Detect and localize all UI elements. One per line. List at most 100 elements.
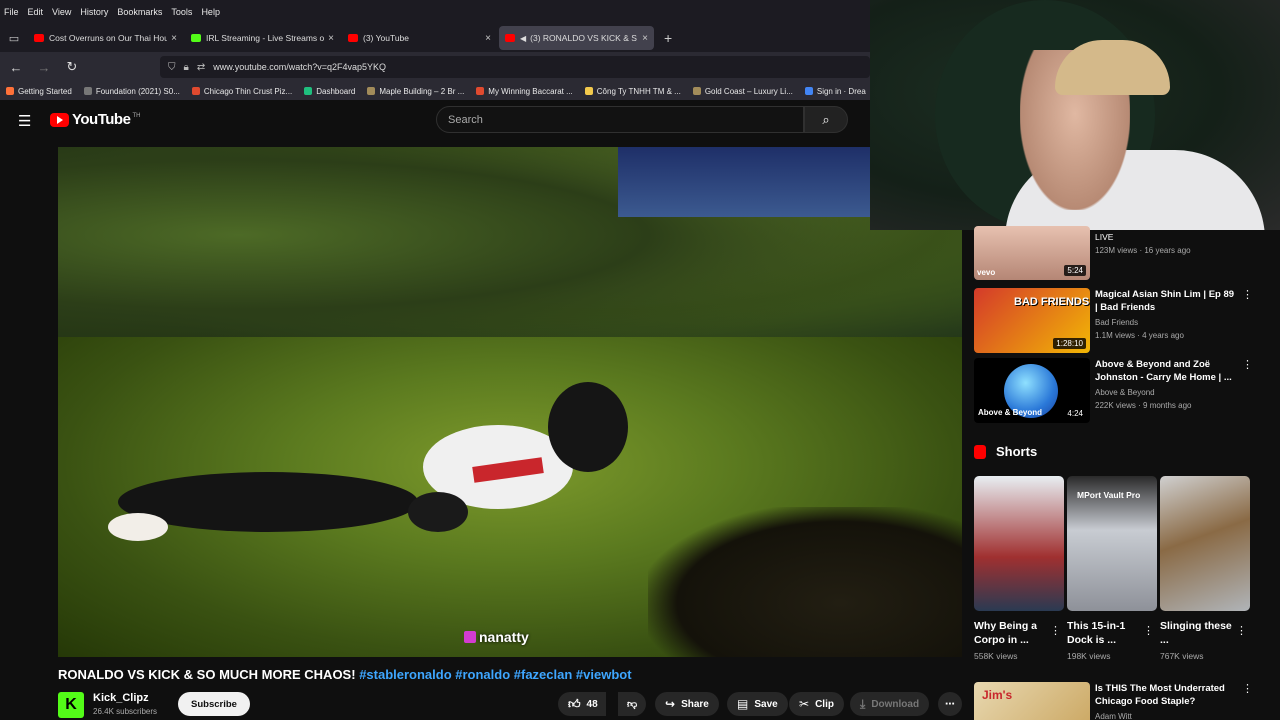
close-tab-icon[interactable]: ×	[485, 33, 491, 44]
tab-list-icon[interactable]: ▭	[0, 24, 28, 52]
permissions-icon[interactable]: ⇄	[197, 62, 205, 73]
bookmark-favicon-icon	[83, 87, 92, 95]
back-icon[interactable]: ←	[4, 60, 28, 75]
more-actions-button[interactable]: ⋯	[938, 692, 962, 716]
forward-icon[interactable]: →	[32, 60, 56, 75]
short-video[interactable]: MPort Vault Pro This 15-in-1 Dock is ...…	[1067, 476, 1157, 666]
kick-icon	[464, 631, 476, 643]
download-icon: ⤓	[860, 696, 866, 711]
video-title[interactable]: Above & Beyond and Zoë Johnston - Carry …	[1095, 358, 1235, 384]
more-vertical-icon[interactable]: ⋮	[1242, 358, 1253, 371]
bookmark-item[interactable]: Sign in · Drea	[804, 87, 866, 96]
menu-bookmarks[interactable]: Bookmarks	[117, 7, 162, 17]
tab-1[interactable]: Cost Overruns on Our Thai Hou ×	[28, 26, 183, 50]
speaker-icon[interactable]: ◀︎	[520, 34, 526, 43]
new-tab-icon[interactable]: +	[664, 30, 672, 46]
bookmark-item[interactable]: Getting Started	[6, 87, 72, 96]
url-text: www.youtube.com/watch?v=q2F4vap5YKQ	[213, 62, 387, 72]
hamburger-menu-icon[interactable]: ☰	[18, 112, 31, 130]
bookmark-item[interactable]: Gold Coast – Luxury Li...	[692, 87, 793, 96]
short-video[interactable]: Why Being a Corpo in ... 558K views ⋮	[974, 476, 1064, 666]
menu-file[interactable]: File	[4, 7, 19, 17]
short-video[interactable]: Slinging these ... 767K views ⋮	[1160, 476, 1250, 666]
more-horizontal-icon: ⋯	[945, 698, 955, 710]
thumbs-up-icon: 👍︎	[568, 696, 581, 711]
video-title[interactable]: Is THIS The Most Underrated Chicago Food…	[1095, 682, 1240, 708]
lock-icon[interactable]: 🔒︎	[184, 62, 189, 73]
close-tab-icon[interactable]: ×	[171, 33, 177, 44]
subscribe-button[interactable]: Subscribe	[178, 692, 250, 716]
short-views: 767K views	[1160, 651, 1204, 661]
share-button[interactable]: ↪ Share	[655, 692, 719, 716]
menu-view[interactable]: View	[52, 7, 71, 17]
recommended-video[interactable]: vevo 5:24 LIVE 123M views · 16 years ago	[974, 226, 1280, 280]
video-frame-person	[108, 382, 628, 541]
address-bar[interactable]: ⛉ 🔒︎ ⇄ www.youtube.com/watch?v=q2F4vap5Y…	[160, 56, 870, 78]
bookmark-item[interactable]: Maple Building – 2 Br ...	[367, 87, 464, 96]
video-title: RONALDO VS KICK & SO MUCH MORE CHAOS! #s…	[58, 667, 632, 682]
channel-name[interactable]: Above & Beyond	[1095, 388, 1155, 397]
bookmark-item[interactable]: Dashboard	[304, 87, 355, 96]
more-vertical-icon[interactable]: ⋮	[1242, 288, 1253, 301]
bookmark-favicon-icon	[304, 87, 313, 95]
menu-tools[interactable]: Tools	[171, 7, 192, 17]
search-input[interactable]: Search	[436, 106, 804, 133]
shield-icon[interactable]: ⛉	[168, 62, 176, 73]
reload-icon[interactable]: ↻	[60, 59, 84, 75]
video-thumbnail[interactable]: BAD FRIENDS 1:28:10	[974, 288, 1090, 353]
channel-name[interactable]: Kick_Clipz	[93, 692, 149, 704]
short-title[interactable]: Slinging these ...	[1160, 619, 1236, 647]
video-meta: 1.1M views · 4 years ago	[1095, 331, 1184, 340]
more-vertical-icon[interactable]: ⋮	[1143, 624, 1154, 637]
bookmarks-toolbar: Getting Started Foundation (2021) S0... …	[0, 82, 870, 100]
nav-bar: ← → ↻ ⛉ 🔒︎ ⇄ www.youtube.com/watch?v=q2F…	[0, 52, 870, 82]
video-thumbnail[interactable]: Jim's	[974, 682, 1090, 720]
recommended-video[interactable]: BAD FRIENDS 1:28:10 Magical Asian Shin L…	[974, 288, 1280, 354]
bookmark-item[interactable]: My Winning Baccarat ...	[476, 87, 573, 96]
close-tab-icon[interactable]: ×	[328, 33, 334, 44]
tab-3[interactable]: (3) YouTube ×	[342, 26, 497, 50]
tab-title: Cost Overruns on Our Thai Hou	[49, 33, 168, 43]
video-player[interactable]: nanatty	[58, 147, 962, 657]
short-thumbnail[interactable]	[1160, 476, 1250, 611]
dislike-button[interactable]: 👎︎	[618, 692, 647, 716]
more-vertical-icon[interactable]: ⋮	[1236, 624, 1247, 637]
video-meta: 123M views · 16 years ago	[1095, 246, 1191, 255]
short-thumbnail[interactable]: MPort Vault Pro	[1067, 476, 1157, 611]
more-vertical-icon[interactable]: ⋮	[1050, 624, 1061, 637]
menu-history[interactable]: History	[80, 7, 108, 17]
youtube-header: ☰ YouTube TH Search ⌕	[0, 100, 870, 140]
menu-help[interactable]: Help	[201, 7, 220, 17]
clip-button[interactable]: ✂ Clip	[789, 692, 844, 716]
video-hashtags[interactable]: #stableronaldo #ronaldo #fazeclan #viewb…	[359, 667, 631, 682]
bookmark-item[interactable]: Chicago Thin Crust Piz...	[191, 87, 292, 96]
close-tab-icon[interactable]: ×	[642, 33, 648, 44]
video-thumbnail[interactable]: vevo 5:24	[974, 226, 1090, 280]
bookmark-item[interactable]: Công Ty TNHH TM & ...	[584, 87, 681, 96]
tab-2[interactable]: IRL Streaming - Live Streams or ×	[185, 26, 340, 50]
more-vertical-icon[interactable]: ⋮	[1242, 682, 1253, 695]
video-thumbnail[interactable]: Above & Beyond 4:24	[974, 358, 1090, 423]
short-title[interactable]: Why Being a Corpo in ...	[974, 619, 1050, 647]
tab-4-active[interactable]: ◀︎ (3) RONALDO VS KICK & S ×	[499, 26, 654, 50]
download-button[interactable]: ⤓ Download	[850, 692, 930, 716]
short-thumbnail[interactable]	[974, 476, 1064, 611]
recommended-video[interactable]: Above & Beyond 4:24 Above & Beyond and Z…	[974, 358, 1280, 424]
short-views: 558K views	[974, 651, 1018, 661]
like-button[interactable]: 👍︎ 48	[558, 692, 606, 716]
channel-name[interactable]: Adam Witt	[1095, 712, 1132, 720]
bookmark-item[interactable]: Foundation (2021) S0...	[83, 87, 180, 96]
short-views: 198K views	[1067, 651, 1111, 661]
channel-avatar[interactable]: K	[58, 692, 84, 718]
search-button[interactable]: ⌕	[804, 106, 848, 133]
subscriber-count: 26.4K subscribers	[93, 707, 158, 716]
recommended-video[interactable]: Jim's Is THIS The Most Underrated Chicag…	[974, 682, 1280, 720]
video-title[interactable]: Magical Asian Shin Lim | Ep 89 | Bad Fri…	[1095, 288, 1235, 314]
channel-row: K Kick_Clipz 26.4K subscribers Subscribe…	[58, 690, 962, 720]
short-title[interactable]: This 15-in-1 Dock is ...	[1067, 619, 1143, 647]
save-button[interactable]: ▤ Save	[727, 692, 788, 716]
channel-name[interactable]: Bad Friends	[1095, 318, 1138, 327]
youtube-logo[interactable]: YouTube TH	[50, 111, 140, 128]
youtube-icon	[34, 34, 44, 42]
menu-edit[interactable]: Edit	[28, 7, 44, 17]
